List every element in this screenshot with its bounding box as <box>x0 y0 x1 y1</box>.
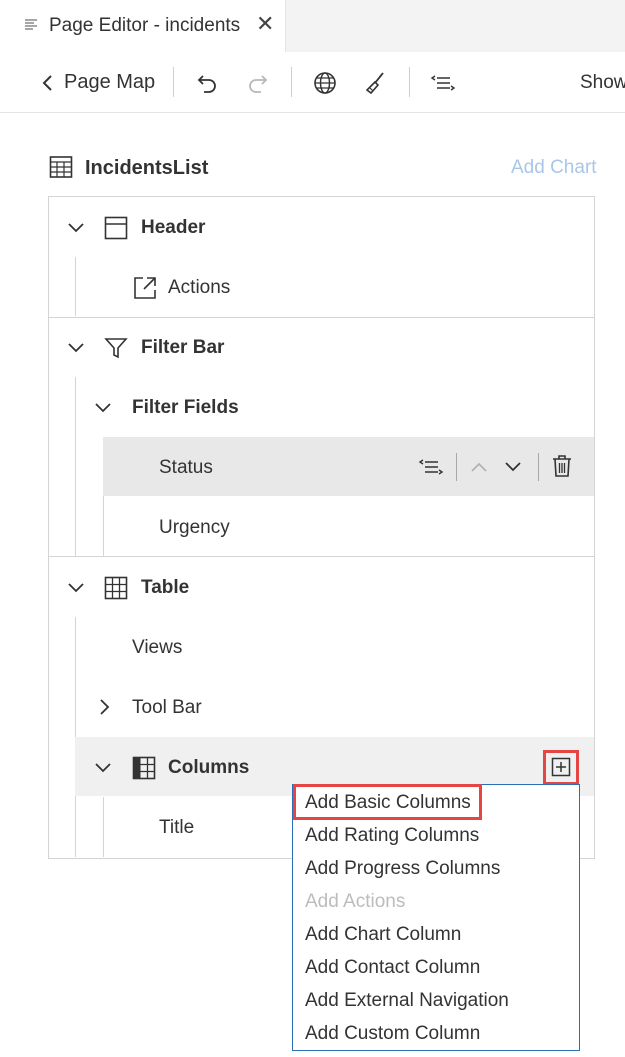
toolbar-divider <box>173 67 174 97</box>
chevron-down-icon[interactable] <box>67 339 85 357</box>
views-label[interactable]: Views <box>132 637 182 659</box>
redo-icon[interactable] <box>245 69 271 95</box>
tree-guide-line <box>75 377 76 556</box>
external-link-icon <box>134 277 156 299</box>
add-chart-link[interactable]: Add Chart <box>511 157 597 179</box>
menu-item-add-rating-columns[interactable]: Add Rating Columns <box>305 825 479 847</box>
chevron-down-icon[interactable] <box>94 759 112 777</box>
chevron-down-icon[interactable] <box>94 399 112 417</box>
chevron-up-icon[interactable] <box>470 458 488 476</box>
tab-title: Page Editor - incidents <box>49 15 241 36</box>
navigation-list-icon[interactable] <box>418 454 444 480</box>
menu-item-add-external-navigation[interactable]: Add External Navigation <box>305 990 509 1012</box>
close-icon[interactable]: ✕ <box>256 13 274 35</box>
table-grid-icon <box>104 576 128 600</box>
actions-label[interactable]: Actions <box>168 277 230 299</box>
tree-guide-line <box>75 257 76 316</box>
menu-item-add-contact-column[interactable]: Add Contact Column <box>305 957 480 979</box>
table-label[interactable]: Table <box>141 577 189 599</box>
filter-bar-label[interactable]: Filter Bar <box>141 337 224 359</box>
filter-field-urgency[interactable]: Urgency <box>159 517 230 539</box>
tree-guide-line <box>103 797 104 857</box>
toolbar-divider <box>291 67 292 97</box>
menu-item-add-actions: Add Actions <box>305 891 406 912</box>
row-action-divider <box>456 453 457 481</box>
filter-icon <box>104 338 128 359</box>
menu-item-add-progress-columns[interactable]: Add Progress Columns <box>305 858 500 880</box>
filter-fields-label[interactable]: Filter Fields <box>132 397 239 419</box>
filter-field-status[interactable]: Status <box>159 457 213 479</box>
navigation-list-icon[interactable] <box>430 70 456 96</box>
chevron-down-icon[interactable] <box>67 579 85 597</box>
editor-tab[interactable]: Page Editor - incidents ✕ <box>0 0 286 52</box>
menu-item-highlight <box>293 784 482 820</box>
page-map-button[interactable]: Page Map <box>64 71 155 94</box>
column-item-title[interactable]: Title <box>159 817 194 839</box>
document-lines-icon <box>25 19 37 30</box>
add-button-highlight <box>543 750 579 785</box>
chevron-right-icon[interactable] <box>95 698 113 716</box>
header-layout-icon <box>104 216 128 240</box>
header-section <box>48 196 595 318</box>
broom-icon[interactable] <box>362 70 388 96</box>
columns-label[interactable]: Columns <box>168 757 249 779</box>
undo-icon[interactable] <box>194 69 220 95</box>
menu-item-add-chart-column[interactable]: Add Chart Column <box>305 924 461 946</box>
chevron-down-icon[interactable] <box>504 458 522 476</box>
page-title: IncidentsList <box>85 157 209 179</box>
menu-item-add-custom-column[interactable]: Add Custom Column <box>305 1023 480 1045</box>
columns-icon <box>132 756 156 780</box>
globe-icon[interactable] <box>312 70 338 96</box>
row-action-divider <box>538 453 539 481</box>
trash-icon[interactable] <box>551 454 573 478</box>
header-label[interactable]: Header <box>141 217 205 239</box>
list-report-icon <box>49 156 73 178</box>
add-columns-menu: Add Basic Columns Add Rating Columns Add… <box>292 784 580 1051</box>
chevron-down-icon[interactable] <box>67 219 85 237</box>
chevron-left-icon[interactable] <box>36 70 62 96</box>
tool-bar-label[interactable]: Tool Bar <box>132 697 202 719</box>
toolbar-divider <box>409 67 410 97</box>
show-button[interactable]: Show <box>580 72 625 94</box>
